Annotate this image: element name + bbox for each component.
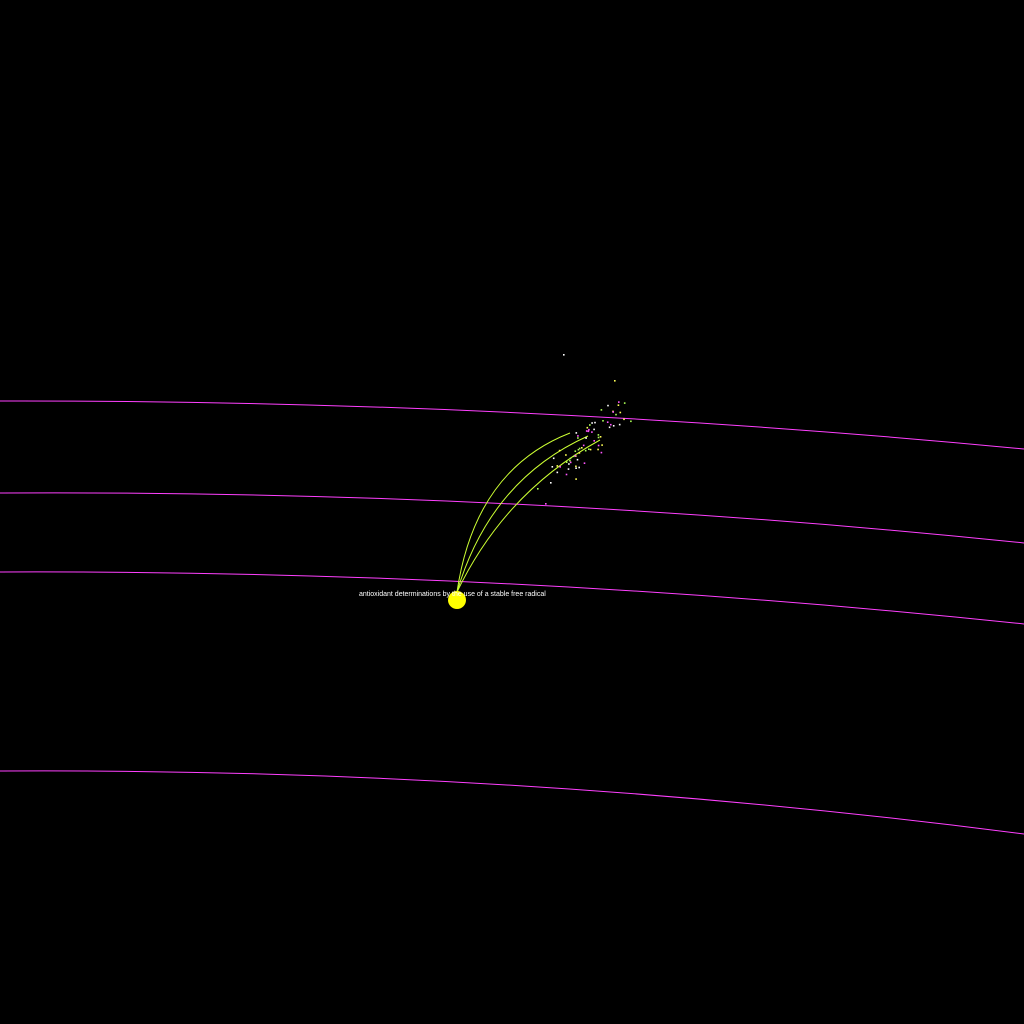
- particle: [585, 430, 588, 432]
- background: [0, 0, 1024, 1024]
- particle: [606, 421, 609, 423]
- particle: [597, 448, 599, 451]
- particle: [597, 434, 600, 436]
- particle: [569, 461, 572, 464]
- particle: [558, 449, 561, 452]
- particle: [568, 463, 570, 465]
- particle: [575, 467, 577, 469]
- particle: [545, 503, 547, 505]
- particle: [591, 431, 593, 433]
- particle: [582, 444, 585, 447]
- particle: [552, 457, 555, 460]
- particle: [593, 440, 595, 442]
- particle: [581, 447, 583, 449]
- particle: [601, 444, 603, 446]
- particle: [610, 423, 612, 426]
- particle: [565, 473, 568, 476]
- particle: [612, 411, 614, 413]
- particle: [574, 450, 577, 452]
- particle: [556, 471, 559, 474]
- particle: [565, 454, 567, 456]
- particle: [594, 421, 596, 424]
- particle: [565, 461, 568, 463]
- particle: [619, 411, 622, 414]
- paper-node-label: antioxidant determinations by the use of…: [359, 591, 546, 598]
- visualization-canvas: antioxidant determinations by the use of…: [0, 0, 1024, 1024]
- particle: [623, 402, 626, 404]
- particle: [608, 426, 611, 429]
- particle: [577, 448, 580, 451]
- particle: [567, 468, 570, 470]
- particle: [597, 436, 600, 439]
- particle: [617, 404, 620, 406]
- particle: [573, 455, 575, 458]
- particle: [550, 482, 552, 484]
- particle: [600, 409, 603, 411]
- particle: [583, 462, 586, 464]
- particle: [618, 423, 621, 426]
- particle: [618, 401, 620, 403]
- particle: [623, 418, 625, 421]
- particle: [630, 420, 632, 423]
- particle: [602, 420, 604, 422]
- particle: [593, 428, 595, 431]
- particle: [575, 432, 578, 434]
- particle: [589, 448, 592, 451]
- particle: [615, 413, 617, 416]
- particle: [599, 436, 602, 438]
- particle: [586, 426, 589, 429]
- particle: [575, 478, 577, 480]
- particle: [585, 437, 587, 439]
- particle: [587, 430, 590, 433]
- particle: [578, 452, 581, 454]
- particle: [537, 488, 539, 490]
- particle: [556, 465, 559, 467]
- particle: [612, 425, 615, 427]
- particle: [569, 459, 571, 462]
- particle: [577, 437, 579, 439]
- particle: [574, 454, 577, 457]
- particle: [578, 466, 580, 469]
- particle: [575, 465, 577, 468]
- particle: [614, 380, 616, 382]
- particle: [607, 404, 609, 407]
- particle: [584, 449, 587, 452]
- particle: [551, 466, 554, 468]
- particle: [576, 458, 579, 461]
- particle: [588, 428, 590, 431]
- particle: [577, 435, 579, 437]
- particle: [597, 444, 600, 447]
- particle: [600, 451, 603, 454]
- particle: [563, 354, 565, 356]
- particle: [589, 424, 591, 426]
- particle: [559, 466, 561, 468]
- particle: [588, 448, 590, 450]
- particle: [591, 422, 593, 424]
- particle: [569, 457, 572, 460]
